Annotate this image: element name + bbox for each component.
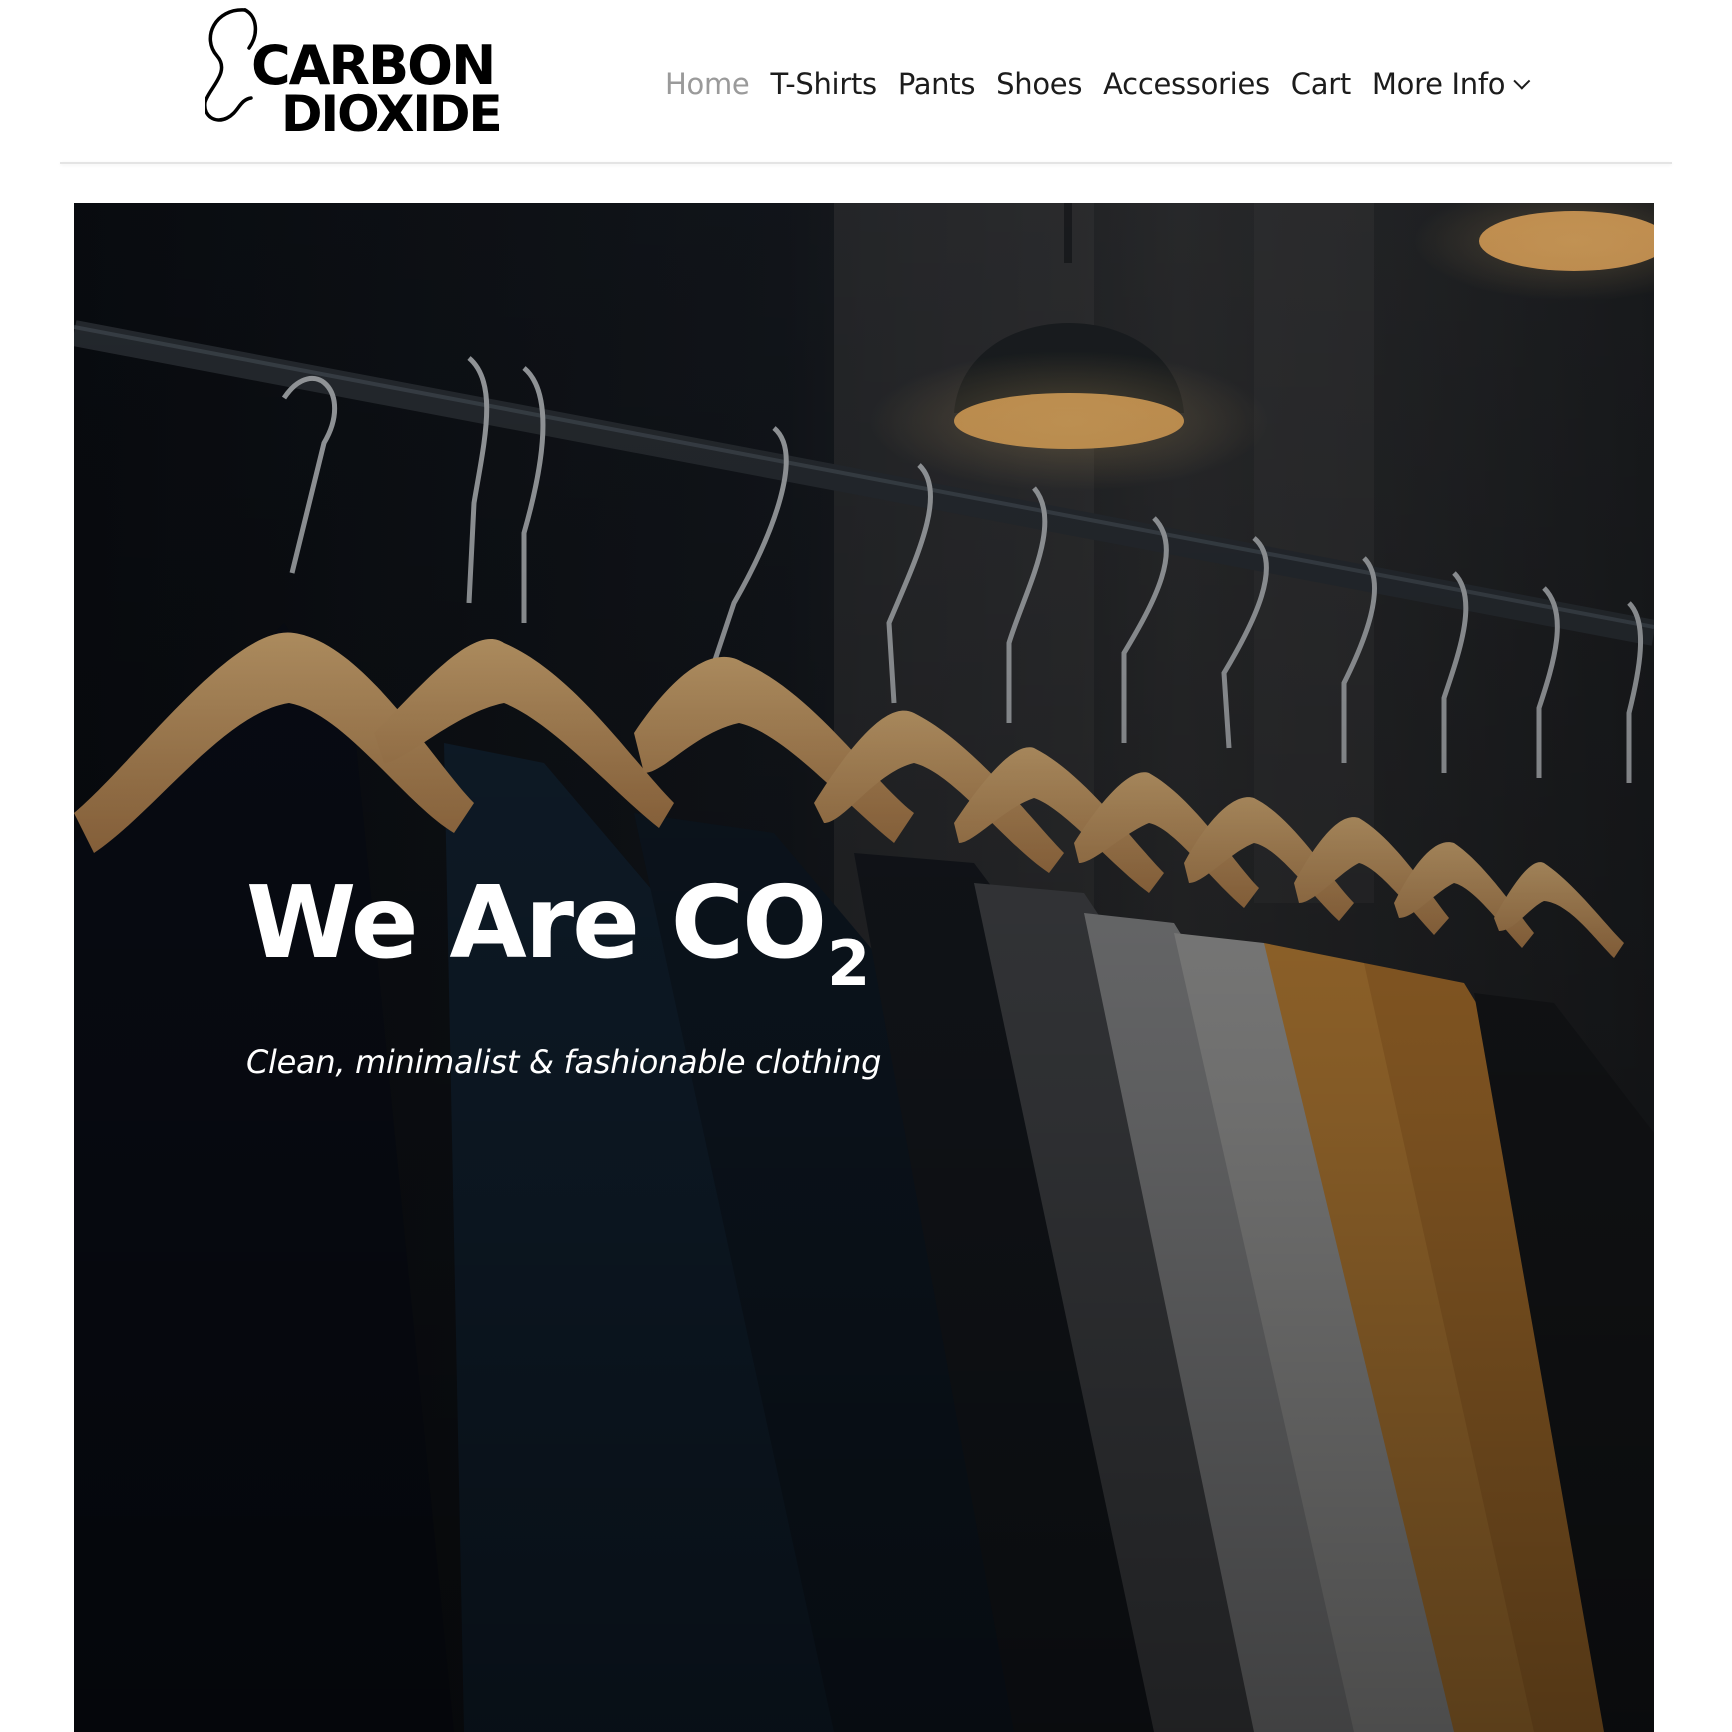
main-nav: Home T-Shirts Pants Shoes Accessories Ca… [665,62,1546,106]
brand-logo[interactable]: CARBON DIOXIDE [205,4,505,144]
nav-pants[interactable]: Pants [898,67,976,101]
nav-more-info-label: More Info [1371,67,1506,101]
nav-more-info[interactable]: More Info [1371,67,1531,101]
nav-t-shirts[interactable]: T-Shirts [770,67,877,101]
nav-cart[interactable]: Cart [1291,67,1351,101]
hero-tagline: Clean, minimalist & fashionable clothing [246,1043,882,1081]
hero-banner: We Are CO2 Clean, minimalist & fashionab… [74,203,1654,1732]
header-divider [60,162,1672,164]
site-header: CARBON DIOXIDE Home T-Shirts Pants Shoes… [0,0,1732,165]
chevron-down-icon [1513,72,1531,90]
hero-title-subscript: 2 [827,927,870,1000]
nav-accessories[interactable]: Accessories [1103,67,1270,101]
nav-shoes[interactable]: Shoes [996,67,1082,101]
nav-home[interactable]: Home [665,67,750,101]
hero-title: We Are CO2 [246,873,870,995]
hero-title-text: We Are CO [246,864,827,981]
logo-text-line2: DIOXIDE [281,85,501,143]
logo-icon: CARBON DIOXIDE [205,8,503,143]
